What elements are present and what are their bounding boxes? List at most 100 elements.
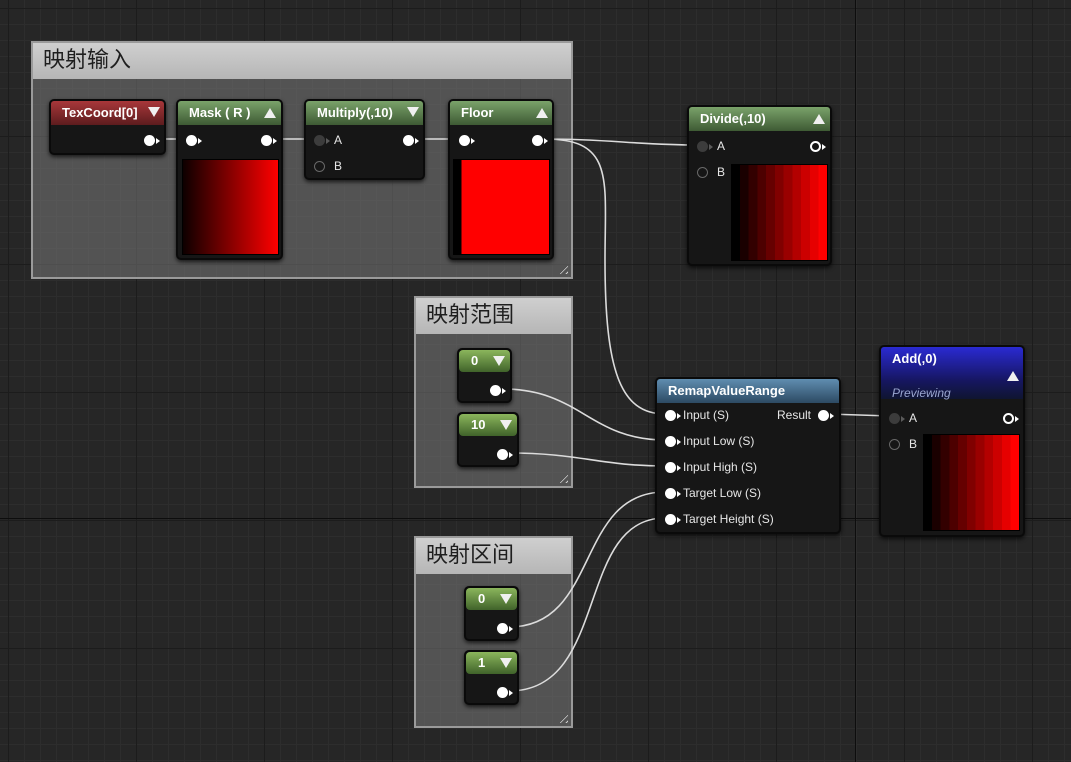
input-pin-b[interactable] [889,439,900,450]
expand-arrow-icon[interactable] [500,658,512,668]
comment-title[interactable]: 映射范围 [416,298,571,334]
output-pin[interactable] [1003,413,1014,424]
pin-arrow-icon [509,690,513,696]
node-title: Divide(,10) [700,111,766,126]
output-pin[interactable] [490,385,501,396]
node-header[interactable]: Divide(,10) [689,107,830,131]
input-pin-input[interactable] [665,410,676,421]
node-floor[interactable]: Floor [448,99,554,260]
pin-arrow-icon [544,138,548,144]
pin-arrow-icon [471,138,475,144]
output-pin[interactable] [497,449,508,460]
node-constant-target-low[interactable]: 0 [464,586,519,641]
expand-arrow-icon[interactable] [500,420,512,430]
node-preview [923,434,1020,531]
pin-arrow-icon [677,465,681,471]
pin-arrow-icon [415,138,419,144]
output-pin[interactable] [261,135,272,146]
node-texcoord[interactable]: TexCoord[0] [49,99,166,155]
collapse-arrow-icon[interactable] [813,114,825,124]
node-header[interactable]: RemapValueRange [657,379,839,403]
node-add[interactable]: Add(,0) Previewing A B [879,345,1025,537]
pin-label-input-high: Input High (S) [683,460,758,474]
input-pin-b[interactable] [697,167,708,178]
node-mask[interactable]: Mask ( R ) [176,99,283,260]
node-preview [731,164,828,261]
collapse-arrow-icon[interactable] [407,107,419,117]
output-pin[interactable] [810,141,821,152]
pin-arrow-icon [677,517,681,523]
pin-arrow-icon [273,138,277,144]
input-pin[interactable] [459,135,470,146]
output-pin[interactable] [497,623,508,634]
expand-arrow-icon[interactable] [500,594,512,604]
pin-arrow-icon [502,388,506,394]
input-pin-target-height[interactable] [665,514,676,525]
node-title: RemapValueRange [668,383,786,398]
pin-label-b: B [909,437,918,451]
pin-arrow-icon [822,144,826,150]
node-header[interactable]: Add(,0) Previewing [881,347,1023,400]
expand-arrow-icon[interactable] [493,356,505,366]
input-pin-a[interactable] [314,135,325,146]
resize-handle-icon[interactable] [556,262,568,274]
node-title: Mask ( R ) [189,105,251,120]
constant-value[interactable]: 10 [471,417,485,432]
input-pin[interactable] [186,135,197,146]
pin-arrow-icon [509,452,513,458]
pin-label-target-low: Target Low (S) [683,486,762,500]
collapse-arrow-icon[interactable] [1007,371,1019,381]
pin-arrow-icon [156,138,160,144]
pin-label-b: B [334,159,343,173]
previewing-label: Previewing [892,386,951,400]
node-preview [182,159,279,255]
pin-label-b: B [717,165,726,179]
node-title: TexCoord[0] [62,105,138,120]
input-pin-input-low[interactable] [665,436,676,447]
output-pin[interactable] [403,135,414,146]
resize-handle-icon[interactable] [556,471,568,483]
constant-value[interactable]: 0 [478,591,485,606]
input-pin-target-low[interactable] [665,488,676,499]
input-pin-b[interactable] [314,161,325,172]
pin-arrow-icon [677,439,681,445]
constant-value[interactable]: 1 [478,655,485,670]
output-pin[interactable] [497,687,508,698]
pin-arrow-icon [677,491,681,497]
collapse-arrow-icon[interactable] [536,108,548,118]
pin-label-a: A [909,411,918,425]
pin-arrow-icon [901,416,905,422]
node-title: Floor [461,105,494,120]
resize-handle-icon[interactable] [556,711,568,723]
node-preview [453,159,550,255]
collapse-arrow-icon[interactable] [148,107,160,117]
node-remap-value-range[interactable]: RemapValueRange Input (S) Input Low (S) … [655,377,841,534]
pin-arrow-icon [709,144,713,150]
input-pin-a[interactable] [889,413,900,424]
node-title: Multiply(,10) [317,105,393,120]
pin-arrow-icon [326,138,330,144]
node-constant-range-high[interactable]: 10 [457,412,519,467]
pin-label-a: A [334,133,343,147]
input-pin-a[interactable] [697,141,708,152]
node-constant-range-low[interactable]: 0 [457,348,512,403]
collapse-arrow-icon[interactable] [264,108,276,118]
constant-value[interactable]: 0 [471,353,478,368]
node-constant-target-high[interactable]: 1 [464,650,519,705]
pin-arrow-icon [830,413,834,419]
output-pin[interactable] [532,135,543,146]
node-title: Add(,0) [892,351,937,366]
node-header[interactable]: Multiply(,10) [306,101,423,125]
pin-label-a: A [717,139,726,153]
node-divide[interactable]: Divide(,10) A B [687,105,832,266]
pin-label-target-height: Target Height (S) [683,512,774,526]
comment-title[interactable]: 映射区间 [416,538,571,574]
node-multiply[interactable]: Multiply(,10) A B [304,99,425,180]
output-pin-result[interactable] [818,410,829,421]
input-pin-input-high[interactable] [665,462,676,473]
pin-arrow-icon [509,626,513,632]
output-pin[interactable] [144,135,155,146]
grid-axis-vertical [855,0,856,762]
comment-title[interactable]: 映射输入 [33,43,571,79]
pin-arrow-icon [198,138,202,144]
